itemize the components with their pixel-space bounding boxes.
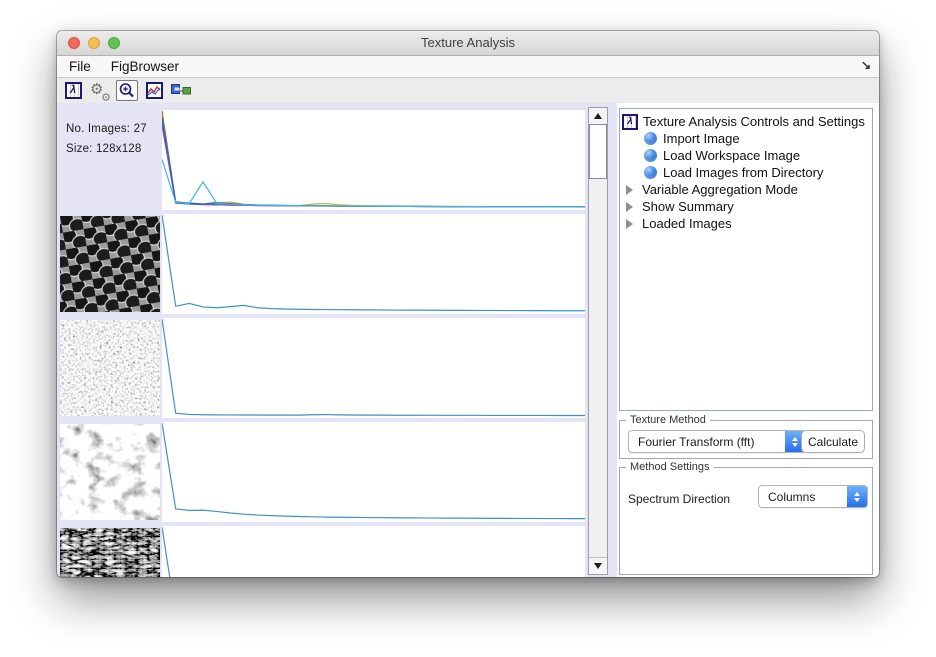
vertical-scrollbar[interactable] [588, 107, 608, 575]
tree-item-label: Load Images from Directory [663, 165, 823, 180]
zoom-in-button[interactable] [116, 80, 138, 101]
dock-arrow-icon[interactable]: ↘ [861, 58, 871, 72]
collapsed-triangle-icon[interactable] [626, 185, 633, 195]
spectrum-chart-row-2 [162, 214, 585, 314]
tree-item-label: Import Image [663, 131, 740, 146]
blue-sphere-icon [644, 166, 657, 179]
tree-item-label: Variable Aggregation Mode [642, 182, 798, 197]
content-area: No. Images: 27 Size: 128x128 [57, 103, 879, 577]
export-connector-button[interactable] [170, 80, 192, 101]
texture-method-popup-value: Fourier Transform (fft) [638, 435, 754, 449]
scroll-down-arrow-icon [594, 563, 602, 569]
lambda-plot-icon: λ [622, 114, 638, 130]
tree-item-show-summary[interactable]: Show Summary [620, 198, 872, 215]
tree-item-load-images-from-directory[interactable]: Load Images from Directory [620, 164, 872, 181]
spectrum-direction-popup-value: Columns [768, 490, 815, 504]
scroll-down-button[interactable] [589, 557, 607, 574]
calculate-button[interactable]: Calculate [801, 430, 865, 453]
method-settings-group: Method Settings Spectrum Direction Colum… [619, 467, 873, 575]
texture-thumbnail-bark[interactable] [60, 528, 160, 577]
method-settings-group-label: Method Settings [626, 461, 714, 473]
texture-method-group-label: Texture Method [626, 414, 710, 426]
tree-item-import-image[interactable]: Import Image [620, 130, 872, 147]
texture-method-popup[interactable]: Fourier Transform (fft) [628, 430, 806, 453]
popup-stepper-icon [847, 486, 867, 507]
scroll-up-arrow-icon [594, 113, 602, 119]
spectrum-direction-popup[interactable]: Columns [758, 485, 868, 508]
line-chart-icon [146, 82, 163, 99]
spectrum-chart-row-3 [162, 318, 585, 418]
lambda-plot-icon: λ [65, 82, 82, 99]
gears-icon: ⚙⚙ [90, 81, 110, 101]
menu-bar: File FigBrowser ↘ [57, 56, 879, 78]
num-images-label: No. Images: 27 [66, 123, 147, 135]
collapsed-triangle-icon[interactable] [626, 219, 633, 229]
tree-item-label: Load Workspace Image [663, 148, 800, 163]
spectrum-chart-row-4 [162, 422, 585, 522]
connector-icon [171, 83, 191, 98]
menu-figbrowser[interactable]: FigBrowser [101, 59, 189, 74]
lambda-plot-button[interactable]: λ [62, 80, 84, 101]
toolbar: λ ⚙⚙ [57, 78, 879, 104]
texture-method-group: Texture Method Fourier Transform (fft) C… [619, 420, 873, 459]
menu-file[interactable]: File [57, 59, 101, 74]
tree-item-label: Loaded Images [642, 216, 732, 231]
zoom-in-icon [118, 82, 136, 100]
screenshot-page: Texture Analysis File FigBrowser ↘ λ ⚙⚙ [0, 0, 936, 657]
spectrum-chart-row-5 [162, 526, 585, 577]
texture-thumbnail-fine-grain[interactable] [60, 320, 160, 416]
spectra-plot-button[interactable] [143, 80, 165, 101]
window-title: Texture Analysis [57, 31, 879, 55]
texture-thumbnail-coarse-gravel[interactable] [60, 424, 160, 520]
tree-root-label: Texture Analysis Controls and Settings [643, 114, 865, 129]
tree-item-loaded-images[interactable]: Loaded Images [620, 215, 872, 232]
calculate-button-label: Calculate [808, 435, 858, 449]
aggregate-spectrum-chart [162, 110, 585, 210]
collapsed-triangle-icon[interactable] [626, 202, 633, 212]
tree-item-label: Show Summary [642, 199, 734, 214]
blue-sphere-icon [644, 149, 657, 162]
settings-button[interactable]: ⚙⚙ [89, 80, 111, 101]
tree-item-variable-aggregation-mode[interactable]: Variable Aggregation Mode [620, 181, 872, 198]
tree-root-item[interactable]: λ Texture Analysis Controls and Settings [620, 113, 872, 130]
controls-tree: λ Texture Analysis Controls and Settings… [619, 108, 873, 411]
controls-column: λ Texture Analysis Controls and Settings… [617, 103, 879, 577]
scrollbar-thumb[interactable] [589, 124, 607, 179]
blue-sphere-icon [644, 132, 657, 145]
spectrum-direction-label: Spectrum Direction [628, 492, 730, 506]
image-size-label: Size: 128x128 [66, 143, 142, 155]
tree-item-load-workspace-image[interactable]: Load Workspace Image [620, 147, 872, 164]
scroll-up-button[interactable] [589, 108, 607, 125]
app-window: Texture Analysis File FigBrowser ↘ λ ⚙⚙ [57, 31, 879, 577]
texture-thumbnail-honeycomb[interactable] [60, 216, 160, 312]
title-bar: Texture Analysis [57, 31, 879, 56]
